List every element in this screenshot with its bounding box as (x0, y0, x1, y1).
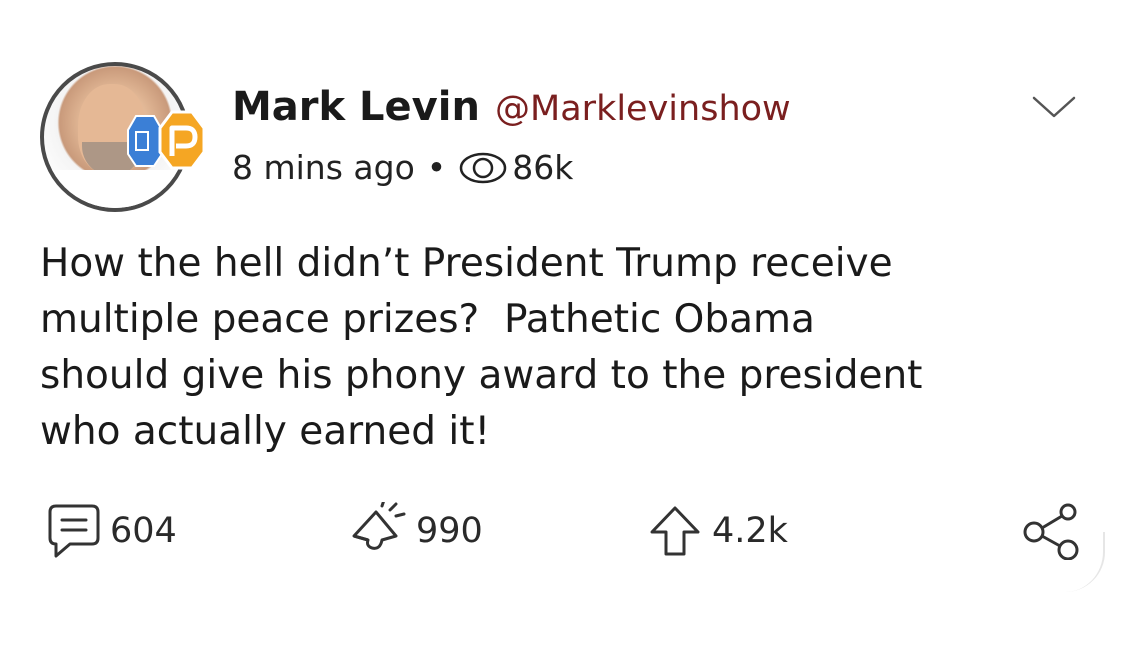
post-timestamp: 8 mins ago (232, 148, 415, 187)
card-edge (1063, 532, 1105, 592)
author-handle[interactable]: @Marklevinshow (495, 89, 791, 129)
avatar-shirt (44, 170, 186, 208)
post-meta: 8 mins ago • 86k (232, 148, 573, 187)
post-card: Mark Levin @Marklevinshow 8 mins ago • 8… (0, 0, 1125, 662)
arrow-up-icon (650, 506, 700, 556)
eye-icon (459, 152, 507, 183)
author-row: Mark Levin @Marklevinshow (232, 84, 791, 130)
megaphone-icon (352, 502, 406, 550)
view-count: 86k (512, 148, 574, 187)
post-body: How the hell didn’t President Trump rece… (40, 241, 923, 454)
upvote-count: 4.2k (712, 511, 788, 551)
chevron-down-icon[interactable] (1030, 92, 1078, 122)
echo-button[interactable]: 990 (346, 502, 483, 560)
parler-badge-icon (127, 110, 206, 170)
meta-separator: • (426, 148, 447, 187)
action-bar: 604 990 4.2k (40, 502, 1100, 572)
comment-icon (48, 504, 100, 558)
author-name[interactable]: Mark Levin (232, 84, 480, 130)
comment-count: 604 (110, 511, 177, 551)
echo-count: 990 (416, 511, 483, 551)
comment-button[interactable]: 604 (46, 502, 177, 560)
upvote-button[interactable]: 4.2k (646, 502, 788, 560)
